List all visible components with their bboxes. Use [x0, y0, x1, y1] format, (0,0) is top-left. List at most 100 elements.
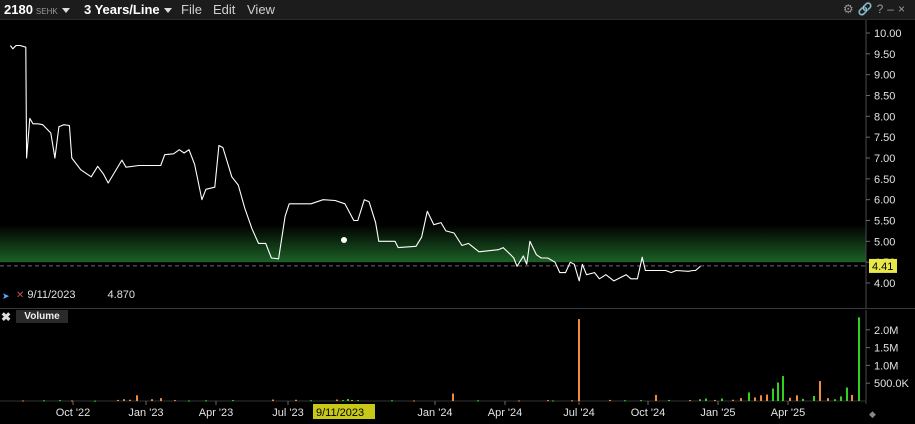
volume-bar [477, 400, 479, 402]
volume-bar [272, 399, 274, 401]
volume-bar [754, 397, 756, 401]
crosshair-date-label: 9/11/2023 [316, 407, 364, 419]
price-tick-label: 5.50 [874, 216, 895, 228]
date-tick-label: Jan '23 [128, 407, 163, 419]
volume-bar [834, 399, 836, 401]
volume-bar [772, 388, 774, 401]
volume-tick-label: 2.0M [874, 325, 898, 337]
volume-bar [766, 394, 768, 401]
volume-bar [151, 399, 153, 401]
volume-bar [160, 398, 162, 401]
price-chart[interactable]: 10.00 9.50 9.00 8.50 8.00 7.50 7.00 6.50 6.00 5.5… [0, 0, 915, 424]
last-price-value: 4.41 [872, 261, 893, 273]
arrow-icon: ➤ [2, 291, 10, 301]
volume-bar [342, 400, 344, 402]
volume-bar [117, 399, 119, 401]
crosshair-readout: ➤ ✕ 9/11/2023 4.870 [2, 289, 136, 301]
volume-bar [310, 400, 312, 402]
volume-bar [740, 398, 742, 401]
volume-bar [777, 382, 779, 401]
volume-bar [760, 395, 762, 401]
volume-bar [123, 399, 125, 401]
volume-bar [789, 397, 791, 401]
shaded-price-band [0, 224, 866, 263]
volume-bar [347, 399, 349, 401]
readout-value: 4.870 [107, 289, 136, 301]
volume-bar [624, 400, 626, 402]
price-tick-label: 6.00 [874, 195, 895, 207]
crosshair-point [341, 237, 347, 243]
volume-bar [552, 400, 554, 402]
volume-bar [782, 376, 784, 401]
volume-bar [232, 400, 234, 402]
volume-bar [547, 400, 549, 402]
date-tick-label: Jan '24 [417, 407, 452, 419]
volume-bar [668, 399, 670, 401]
volume-bar [71, 400, 73, 402]
volume-bar [851, 394, 853, 401]
close-icon[interactable]: ✕ [16, 290, 24, 301]
scroll-indicator[interactable]: ◆ [869, 409, 876, 419]
volume-bar [413, 400, 415, 402]
readout-date: 9/11/2023 [27, 289, 76, 301]
volume-bar [655, 394, 657, 401]
volume-bar [748, 392, 750, 401]
date-tick-label: Jan '25 [700, 407, 735, 419]
volume-tick-label: 500.0K [874, 378, 910, 390]
price-tick-label: 9.00 [874, 70, 895, 82]
volume-bar [721, 398, 723, 401]
volume-bar [699, 399, 701, 401]
volume-bar [351, 399, 353, 401]
volume-bar [827, 398, 829, 401]
price-tick-label: 4.00 [874, 278, 895, 290]
volume-bar [571, 400, 573, 402]
volume-bar [802, 398, 804, 401]
volume-bar [819, 381, 821, 401]
volume-bar [452, 393, 454, 401]
volume-bar [796, 395, 798, 401]
volume-bar [357, 400, 359, 402]
volume-bar [732, 399, 734, 401]
date-tick-label: Jul '23 [272, 407, 303, 419]
date-tick-label: Apr '24 [488, 407, 523, 419]
panel-divider[interactable] [0, 308, 915, 309]
date-tick-label: Apr '25 [771, 407, 806, 419]
date-tick-label: Oct '22 [56, 407, 91, 419]
volume-bar [205, 400, 207, 402]
price-tick-label: 8.00 [874, 111, 895, 123]
volume-bar [858, 317, 860, 401]
price-tick-label: 8.50 [874, 91, 895, 103]
volume-bar [59, 400, 61, 402]
volume-bar [705, 398, 707, 401]
volume-bar [43, 400, 45, 402]
volume-bar [295, 399, 297, 401]
volume-bar [578, 319, 580, 401]
volume-bar [813, 396, 815, 401]
price-tick-label: 7.50 [874, 132, 895, 144]
volume-bar [188, 400, 190, 402]
volume-bar [391, 400, 393, 402]
date-tick-label: Oct '24 [631, 407, 666, 419]
volume-bar [689, 400, 691, 402]
price-tick-label: 6.50 [874, 174, 895, 186]
date-tick-label: Apr '23 [199, 407, 234, 419]
volume-bar [840, 396, 842, 401]
volume-bar [136, 395, 138, 401]
close-panel-icon[interactable]: ✖ [1, 310, 11, 324]
volume-bar [714, 399, 716, 401]
volume-bar [94, 400, 96, 402]
volume-panel-title: Volume [16, 310, 68, 323]
price-tick-label: 10.00 [874, 28, 902, 40]
price-tick-label: 7.00 [874, 153, 895, 165]
volume-bar [846, 387, 848, 401]
volume-bar [22, 400, 24, 402]
date-tick-label: Jul '24 [563, 407, 594, 419]
price-tick-label: 5.00 [874, 236, 895, 248]
volume-bar [336, 399, 338, 401]
volume-bar [518, 400, 520, 402]
volume-bar [174, 400, 176, 402]
volume-bar [129, 399, 131, 401]
price-tick-label: 9.50 [874, 49, 895, 61]
volume-bar [640, 400, 642, 402]
volume-tick-label: 1.0M [874, 360, 898, 372]
